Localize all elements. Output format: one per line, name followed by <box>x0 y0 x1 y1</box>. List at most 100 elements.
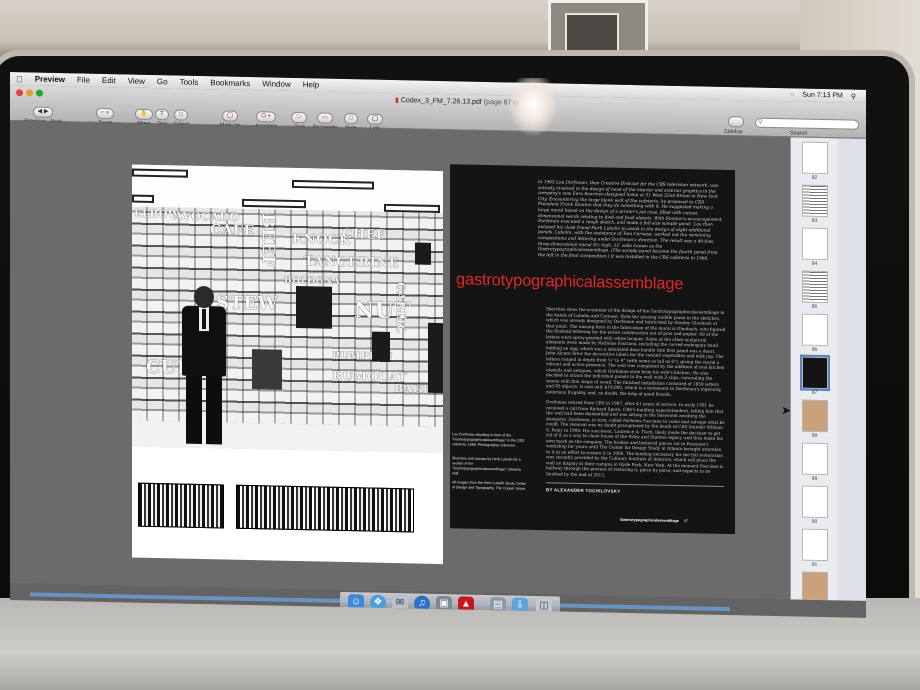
sidebar-toggle-button[interactable] <box>728 116 744 128</box>
search-input[interactable]: ⚲ <box>755 117 859 130</box>
ceiling-light <box>132 194 154 204</box>
body-paragraph: Sketches show the evolution of the desig… <box>546 306 726 397</box>
thumbnail[interactable]: 82 <box>791 137 838 181</box>
screen:  Preview File Edit View Go Tools Bookma… <box>10 72 866 618</box>
zoom-group[interactable]: − + Zoom <box>82 101 128 126</box>
menu-edit[interactable]: Edit <box>102 76 116 85</box>
mural-word: BOLOGNA <box>284 275 341 287</box>
article-body: Sketches show the evolution of the desig… <box>546 306 726 485</box>
mural-shadowbox <box>252 349 282 390</box>
room-window <box>548 0 648 58</box>
thumbnail[interactable]: 86 <box>791 309 838 353</box>
move-tool-button[interactable]: ✋ <box>135 108 153 120</box>
apple-icon[interactable]:  <box>16 74 23 84</box>
markup-button[interactable]: ◯ <box>221 110 239 122</box>
close-icon[interactable] <box>16 89 23 97</box>
rectangle-button[interactable]: ▭ <box>317 112 333 124</box>
right-page: Lou Dorfsman standing in front of the "G… <box>450 164 735 535</box>
select-tool-button[interactable]: □ <box>174 109 188 121</box>
byline: BY ALEXANDER TOCHILOVSKY <box>546 487 621 494</box>
footer-title: Gastrotypographicalassemblage <box>620 517 679 524</box>
link-group[interactable]: ◯ Link <box>366 106 384 132</box>
mural-word: BEEF <box>258 213 278 268</box>
page-footer: Gastrotypographicalassemblage 87 <box>620 518 688 523</box>
mural-shadowbox <box>296 285 332 329</box>
move-group[interactable]: ✋ Move <box>135 102 153 127</box>
annotate-group[interactable]: ⭘ ▾ Annotate <box>250 104 282 130</box>
search-label: Search <box>790 130 808 137</box>
prev-next-group[interactable]: ◀ ▶ Previous · Next <box>18 99 68 125</box>
search-icon: ⚲ <box>758 119 763 126</box>
zoom-window-icon[interactable] <box>36 89 43 97</box>
spotlight-icon[interactable]: ⚲ <box>851 92 856 100</box>
note-button[interactable]: □ <box>344 113 358 125</box>
rectangle-group[interactable]: ▭ Rectangle <box>310 105 340 131</box>
sketch-strip <box>236 484 414 533</box>
menu-window[interactable]: Window <box>262 79 290 89</box>
oval-button[interactable]: ⬭ <box>291 111 307 124</box>
menu-help[interactable]: Help <box>303 80 319 89</box>
wifi-icon[interactable]: ◌ <box>790 91 794 99</box>
mural-shadowbox <box>372 331 390 362</box>
mural-word: TANGERINE <box>304 254 400 272</box>
body-paragraph: Dorfsman retired from CBS in 1987, after… <box>546 399 725 477</box>
thumbnail[interactable]: 88 <box>791 395 838 439</box>
photo-caption: Lou Dorfsman standing in front of the "G… <box>452 432 525 448</box>
annotate-button[interactable]: ⭘ ▾ <box>256 111 276 123</box>
mouse-pointer-icon: ➤ <box>781 403 792 418</box>
mural-shadowbox <box>428 322 443 394</box>
minimize-icon[interactable] <box>26 89 33 97</box>
person-legs <box>186 371 222 445</box>
menu-bookmarks[interactable]: Bookmarks <box>210 78 250 88</box>
document-name: Codex_3_FM_7.26.13.pdf <box>400 97 482 106</box>
thumbnail[interactable]: 89 <box>791 438 838 482</box>
thumbnail-sidebar[interactable]: 82 83 84 85 86 87 88 89 90 91 92 <box>790 137 838 601</box>
room-light-reflection <box>508 78 558 136</box>
text-group[interactable]: T Text <box>153 102 171 127</box>
sketch-caption: Sketches and stamps by Herb Lubalin for … <box>452 456 521 476</box>
thumbnail[interactable]: 84 <box>791 223 838 267</box>
thumbnail[interactable]: 83 <box>791 180 838 224</box>
intro-paragraph: In 1965 Lou Dorfsman, then Creative Dire… <box>538 180 722 262</box>
link-button[interactable]: ◯ <box>366 113 384 125</box>
select-group[interactable]: □ Select <box>171 102 191 128</box>
credits-caption: All images from the Herb Lubalin Study C… <box>452 480 527 491</box>
oval-group[interactable]: ⬭ Oval <box>288 105 310 130</box>
mural-word: CAFE <box>210 222 255 240</box>
thumbnail[interactable]: 91 <box>791 524 838 568</box>
sketch-strip <box>138 482 224 529</box>
thumbnail[interactable]: 85 <box>791 266 838 310</box>
article-headline: gastrotypographicalassemblage <box>456 270 684 294</box>
sidebar-scrollbar[interactable] <box>838 138 866 601</box>
mural-word: GARLIC <box>394 282 407 335</box>
left-page: ELBOW AVOCADO CAFE BEEF KNOCK STEW TANGE… <box>132 164 443 565</box>
thumbnail[interactable]: 92 <box>791 567 838 601</box>
prev-next-button[interactable]: ◀ ▶ <box>32 106 54 118</box>
menu-view[interactable]: View <box>128 76 145 85</box>
mural-shadowbox <box>415 242 431 265</box>
page-number: 87 <box>683 519 689 524</box>
menu-tools[interactable]: Tools <box>180 78 199 87</box>
ceiling-light <box>132 168 188 178</box>
thumbnail-selected[interactable]: 87 <box>791 352 838 396</box>
zoom-button[interactable]: − + <box>95 107 115 120</box>
thumbnail[interactable]: 90 <box>791 481 838 525</box>
menu-file[interactable]: File <box>77 75 90 84</box>
text-tool-button[interactable]: T <box>155 109 169 121</box>
menu-preview[interactable]: Preview <box>35 75 65 85</box>
markup-group[interactable]: ◯ Mark Up <box>215 103 245 129</box>
document-view[interactable]: ELBOW AVOCADO CAFE BEEF KNOCK STEW TANGE… <box>10 121 790 600</box>
person-head <box>194 285 214 309</box>
ceiling-light <box>242 198 306 209</box>
mural-word: CHEF <box>342 226 386 243</box>
menu-go[interactable]: Go <box>157 77 168 86</box>
person-tie <box>202 309 206 330</box>
clock[interactable]: Sun 7:13 PM <box>802 91 842 100</box>
photo-ceiling <box>132 164 443 214</box>
photo-floor <box>132 420 443 454</box>
note-group[interactable]: □ Note <box>342 106 360 131</box>
mural-word: ELBOW <box>134 208 180 221</box>
typographic-mural: ELBOW AVOCADO CAFE BEEF KNOCK STEW TANGE… <box>132 206 443 428</box>
pdf-icon: ▮ <box>395 97 399 105</box>
mural-word: RUMOUAT <box>332 368 408 385</box>
